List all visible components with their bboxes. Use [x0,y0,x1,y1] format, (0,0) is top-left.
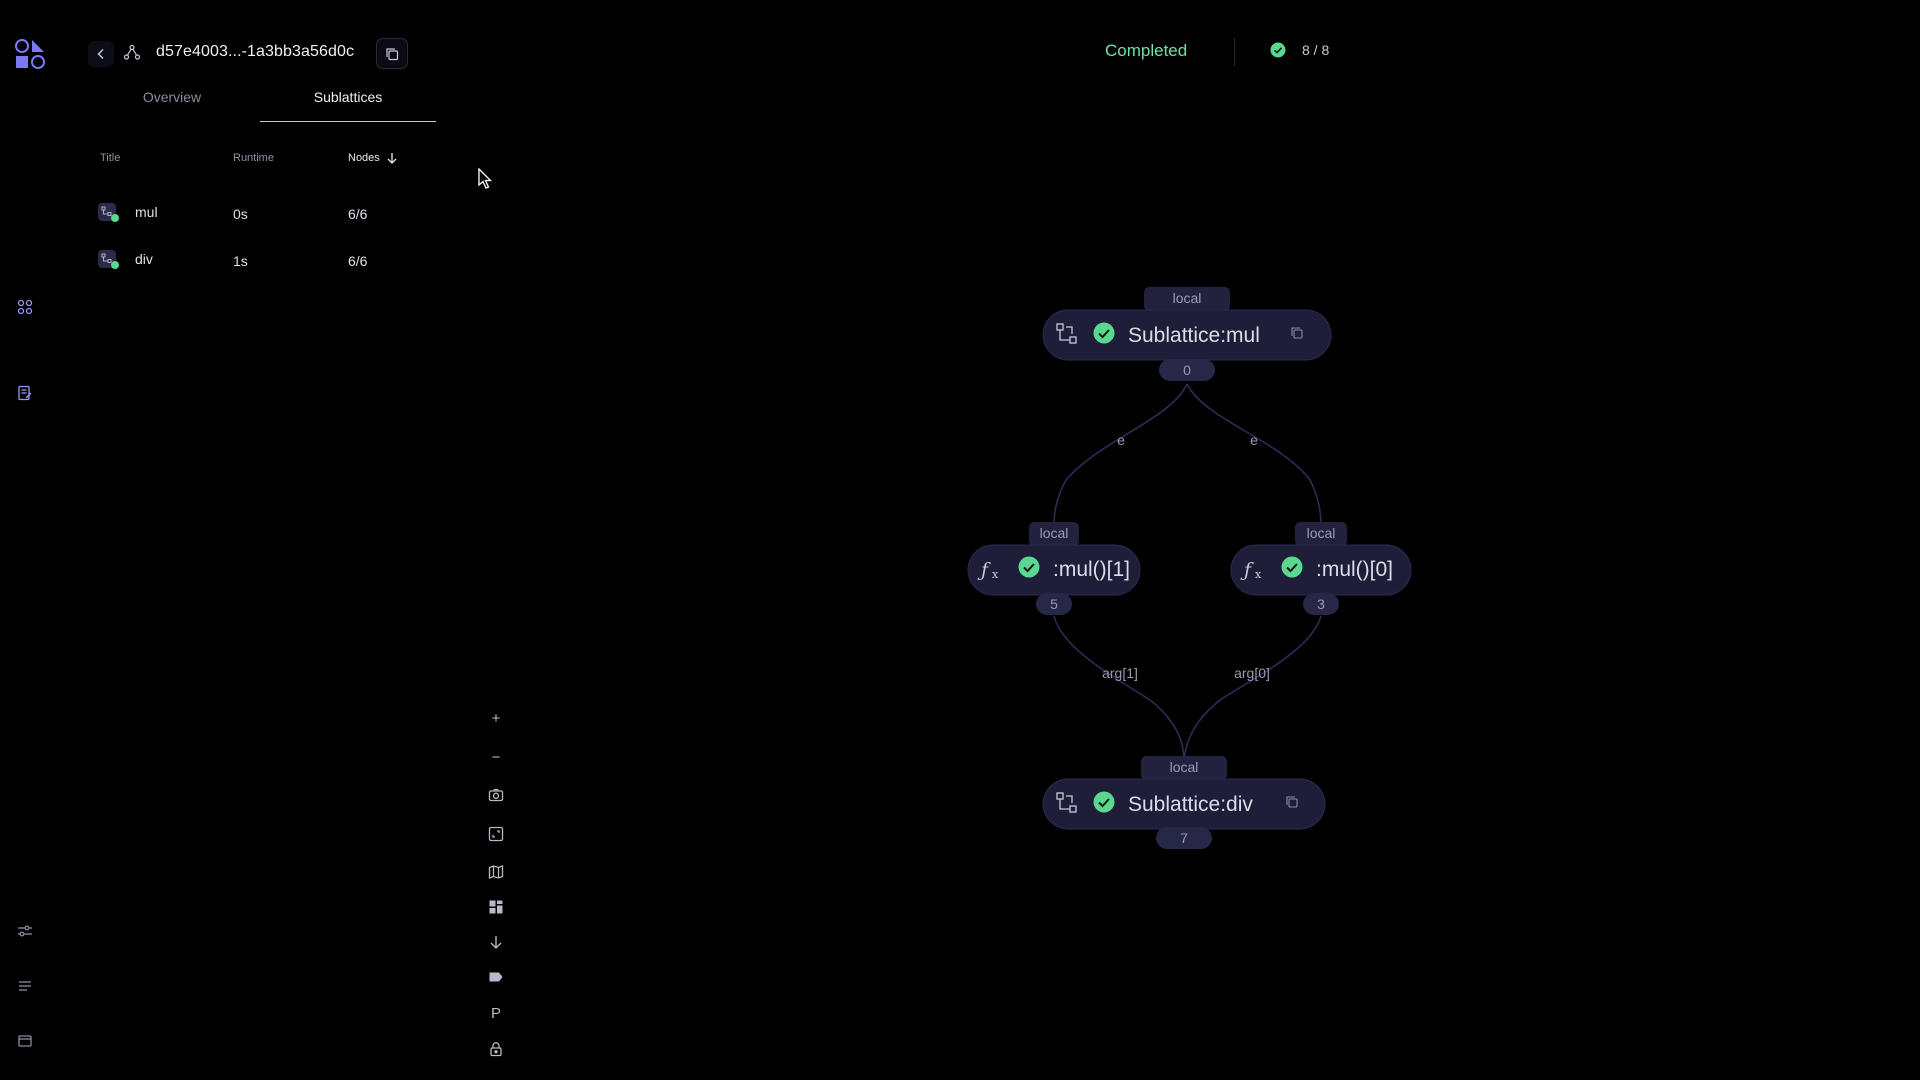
executor-tag: local [1307,525,1336,541]
graph-node-mul-1[interactable]: local ƒ x :mul()[1] 5 [967,522,1141,615]
graph-node-sublattice-div[interactable]: local Sublattice:div 7 [1042,756,1326,849]
edge-mul1-to-div [1053,615,1185,761]
label-tag-icon [489,972,503,982]
executor-tag: local [1170,759,1199,775]
graph-node-sublattice-mul[interactable]: local Sublattice:mul 0 [1042,287,1332,381]
zoom-in-button[interactable]: + [484,706,508,730]
check-circle-icon [1281,556,1303,578]
screenshot-button[interactable] [484,783,508,807]
executor-tag: local [1173,290,1202,306]
check-circle-icon [1093,322,1115,344]
edge-mul-to-mul0 [1186,383,1322,529]
zoom-out-button[interactable]: − [484,745,508,769]
direction-button[interactable] [484,930,508,954]
node-id: 7 [1180,830,1188,846]
minimap-button[interactable] [484,860,508,884]
check-circle-icon [1018,556,1040,578]
lock-button[interactable] [484,1037,508,1061]
fit-view-button[interactable] [484,822,508,846]
edge-label: e [1117,432,1125,448]
function-icon-subscript: x [1255,568,1262,581]
node-id: 5 [1050,596,1058,612]
mouse-cursor-icon [478,168,493,189]
map-icon [488,865,504,879]
edge-mul0-to-div [1183,615,1322,761]
executor-tag: local [1040,525,1069,541]
arrow-down-icon [490,936,502,949]
edge-label: e [1250,432,1258,448]
layout-button[interactable] [484,895,508,919]
grid-layout-icon [489,900,503,914]
check-circle-icon [1093,791,1115,813]
edge-mul-to-mul1 [1053,383,1188,529]
node-id: 0 [1183,362,1191,378]
lock-icon [490,1042,502,1057]
node-label: Sublattice:div [1128,793,1253,816]
node-id: 3 [1317,596,1325,612]
graph-node-mul-0[interactable]: local ƒ x :mul()[0] 3 [1230,522,1412,615]
edge-label: arg[1] [1102,665,1138,681]
graph-canvas[interactable]: e e arg[1] arg[0] local Sublattice:mul 0… [0,0,1920,1080]
node-label: Sublattice:mul [1128,324,1260,347]
node-label: :mul()[1] [1053,558,1130,581]
function-icon-subscript: x [992,568,999,581]
labels-toggle-button[interactable] [484,965,508,989]
camera-icon [488,788,504,802]
node-label: :mul()[0] [1316,558,1393,581]
fit-screen-icon [488,826,504,842]
params-toggle-button[interactable]: P [484,1001,508,1025]
edge-label: arg[0] [1234,665,1270,681]
